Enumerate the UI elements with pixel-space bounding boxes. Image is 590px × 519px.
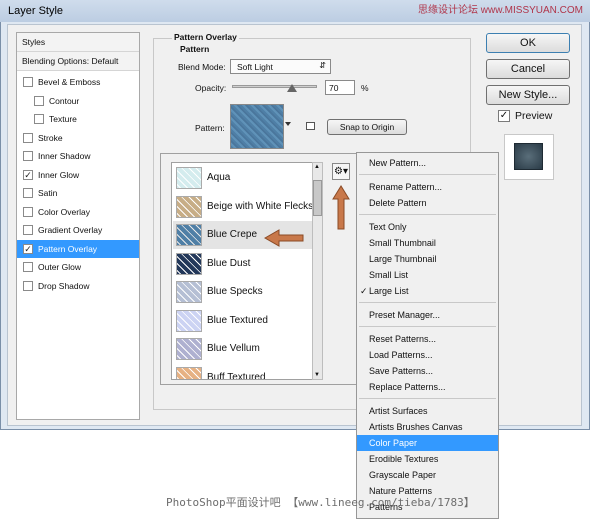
menu-item-delete-pattern[interactable]: Delete Pattern — [357, 195, 498, 211]
menu-item-label: Rename Pattern... — [369, 182, 443, 192]
menu-item-label: New Pattern... — [369, 158, 427, 168]
menu-item-save-patterns[interactable]: Save Patterns... — [357, 363, 498, 379]
menu-item-label: Reset Patterns... — [369, 334, 437, 344]
menu-item-label: Replace Patterns... — [369, 382, 446, 392]
menu-item-erodible-textures[interactable]: Erodible Textures — [357, 451, 498, 467]
menu-item-preset-manager[interactable]: Preset Manager... — [357, 307, 498, 323]
checkmark-icon: ✓ — [360, 286, 368, 296]
arrow-to-gear-icon — [332, 185, 350, 230]
menu-separator — [359, 214, 496, 215]
menu-item-label: Artists Brushes Canvas — [369, 422, 463, 432]
menu-item-small-list[interactable]: Small List — [357, 267, 498, 283]
menu-item-large-list[interactable]: ✓ Large List — [357, 283, 498, 299]
menu-separator — [359, 398, 496, 399]
menu-item-color-paper[interactable]: Color Paper — [357, 435, 498, 451]
menu-item-label: Load Patterns... — [369, 350, 433, 360]
menu-item-label: Large List — [369, 286, 409, 296]
menu-item-text-only[interactable]: Text Only — [357, 219, 498, 235]
menu-separator — [359, 302, 496, 303]
menu-item-label: Delete Pattern — [369, 198, 427, 208]
menu-item-replace-patterns[interactable]: Replace Patterns... — [357, 379, 498, 395]
arrow-to-blue-crepe — [263, 229, 304, 247]
menu-item-small-thumbnail[interactable]: Small Thumbnail — [357, 235, 498, 251]
menu-item-artists-brushes-canvas[interactable]: Artists Brushes Canvas — [357, 419, 498, 435]
menu-item-label: Artist Surfaces — [369, 406, 428, 416]
annotation-arrows — [263, 185, 350, 247]
menu-item-label: Small List — [369, 270, 409, 280]
menu-item-load-patterns[interactable]: Load Patterns... — [357, 347, 498, 363]
menu-item-label: Large Thumbnail — [369, 254, 437, 264]
menu-item-label: Preset Manager... — [369, 310, 441, 320]
menu-separator — [359, 174, 496, 175]
menu-item-grayscale-paper[interactable]: Grayscale Paper — [357, 467, 498, 483]
menu-item-rename-pattern[interactable]: Rename Pattern... — [357, 179, 498, 195]
menu-separator — [359, 326, 496, 327]
pattern-options-menu: New Pattern... Rename Pattern... Delete Pa… — [356, 152, 499, 519]
menu-item-label: Grayscale Paper — [369, 470, 437, 480]
watermark-bottom: PhotoShop平面设计吧 【www.lineeg.com/tieba/178… — [166, 496, 475, 509]
menu-item-label: Text Only — [369, 222, 407, 232]
menu-item-label: Save Patterns... — [369, 366, 434, 376]
menu-item-label: Color Paper — [369, 438, 418, 448]
menu-item-label: Small Thumbnail — [369, 238, 436, 248]
menu-item-large-thumbnail[interactable]: Large Thumbnail — [357, 251, 498, 267]
menu-item-artist-surfaces[interactable]: Artist Surfaces — [357, 403, 498, 419]
menu-item-new-pattern[interactable]: New Pattern... — [357, 155, 498, 171]
menu-item-reset-patterns[interactable]: Reset Patterns... — [357, 331, 498, 347]
menu-item-label: Erodible Textures — [369, 454, 439, 464]
